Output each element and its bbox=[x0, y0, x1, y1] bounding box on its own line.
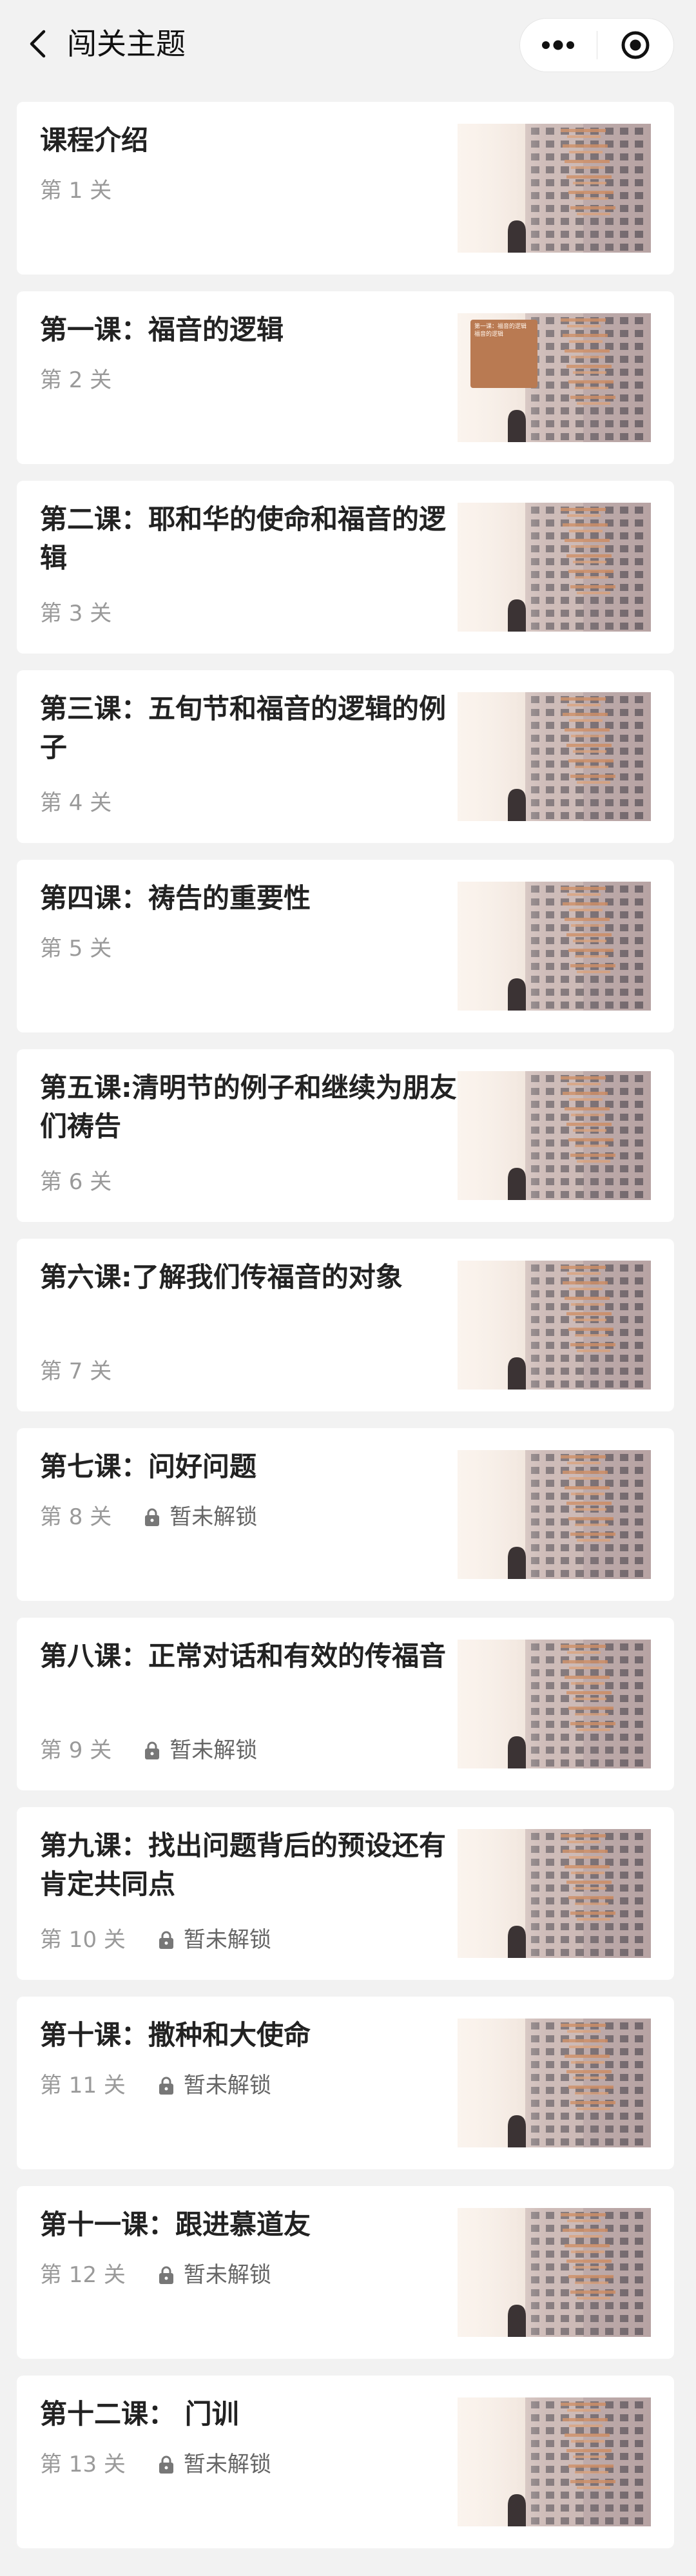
close-mini-program-button[interactable] bbox=[597, 18, 673, 72]
thumbnail-sign-heading: 第一课：福音的逻辑 bbox=[474, 324, 527, 330]
lesson-meta: 第 6 关 bbox=[40, 1168, 111, 1196]
lesson-card[interactable]: 第七课：问好问题第 8 关 暂未解锁 bbox=[17, 1428, 674, 1601]
lesson-title: 第二课：耶和华的使命和福音的逻辑 bbox=[40, 503, 447, 574]
lock-icon bbox=[159, 2455, 173, 2474]
lock-icon bbox=[159, 1931, 173, 1949]
back-button[interactable] bbox=[22, 28, 53, 59]
lesson-meta: 第 11 关 暂未解锁 bbox=[40, 2071, 271, 2100]
lesson-title: 第三课：五旬节和福音的逻辑的例子 bbox=[40, 693, 447, 763]
lesson-thumbnail bbox=[458, 1640, 651, 1768]
lesson-card[interactable]: 第十二课： 门训第 13 关 暂未解锁 bbox=[17, 2376, 674, 2548]
lesson-title: 第十一课：跟进慕道友 bbox=[40, 2209, 311, 2240]
lesson-meta: 第 4 关 bbox=[40, 789, 111, 817]
level-label: 第 7 关 bbox=[40, 1359, 112, 1384]
lesson-card[interactable]: 第九课：找出问题背后的预设还有肯定共同点第 10 关 暂未解锁 bbox=[17, 1807, 674, 1980]
locked-status: 暂未解锁 bbox=[144, 1736, 257, 1765]
lock-icon bbox=[159, 2077, 173, 2095]
level-label: 第 9 关 bbox=[40, 1738, 112, 1763]
level-label: 第 1 关 bbox=[40, 178, 112, 204]
lesson-title: 第十课：撒种和大使命 bbox=[40, 2019, 311, 2051]
lesson-meta: 第 1 关 bbox=[40, 177, 111, 205]
level-label: 第 4 关 bbox=[40, 790, 112, 816]
lesson-thumbnail bbox=[458, 503, 651, 632]
locked-status: 暂未解锁 bbox=[144, 1503, 257, 1531]
lesson-thumbnail bbox=[458, 2019, 651, 2147]
lesson-title: 第七课：问好问题 bbox=[40, 1451, 257, 1482]
lesson-meta: 第 13 关 暂未解锁 bbox=[40, 2450, 271, 2479]
lesson-meta: 第 8 关 暂未解锁 bbox=[40, 1503, 257, 1531]
level-label: 第 2 关 bbox=[40, 367, 112, 393]
lesson-title: 第五课:清明节的例子和继续为朋友们祷告 bbox=[40, 1072, 457, 1142]
more-dots-icon bbox=[542, 40, 575, 50]
lesson-card[interactable]: 第二课：耶和华的使命和福音的逻辑第 3 关 bbox=[17, 481, 674, 654]
lesson-thumbnail bbox=[458, 2208, 651, 2337]
locked-status-text: 暂未解锁 bbox=[183, 1927, 271, 1953]
lesson-thumbnail bbox=[458, 1829, 651, 1958]
locked-status: 暂未解锁 bbox=[158, 2450, 271, 2479]
lesson-card[interactable]: 第一课：福音的逻辑第 2 关第一课：福音的逻辑 福音的逻辑 bbox=[17, 291, 674, 464]
level-label: 第 13 关 bbox=[40, 2452, 126, 2477]
lock-icon bbox=[145, 1508, 160, 1526]
locked-status-text: 暂未解锁 bbox=[183, 2262, 271, 2288]
lesson-meta: 第 7 关 bbox=[40, 1357, 111, 1386]
locked-status-text: 暂未解锁 bbox=[169, 1504, 258, 1530]
target-close-icon bbox=[621, 31, 650, 59]
lesson-thumbnail bbox=[458, 1450, 651, 1579]
lesson-title: 第四课：祷告的重要性 bbox=[40, 882, 311, 914]
lesson-thumbnail bbox=[458, 124, 651, 253]
level-label: 第 3 关 bbox=[40, 601, 112, 626]
lesson-thumbnail bbox=[458, 1261, 651, 1390]
lesson-thumbnail bbox=[458, 1071, 651, 1200]
level-label: 第 8 关 bbox=[40, 1504, 112, 1530]
level-label: 第 11 关 bbox=[40, 2073, 126, 2098]
level-label: 第 5 关 bbox=[40, 936, 112, 962]
lesson-card[interactable]: 第四课：祷告的重要性第 5 关 bbox=[17, 860, 674, 1032]
lesson-card[interactable]: 课程介绍第 1 关 bbox=[17, 102, 674, 275]
lock-icon bbox=[145, 1741, 160, 1759]
lesson-title: 课程介绍 bbox=[40, 124, 149, 156]
lesson-title: 第六课:了解我们传福音的对象 bbox=[40, 1261, 403, 1293]
mini-program-capsule bbox=[519, 18, 674, 72]
thumbnail-sign-body: 福音的逻辑 bbox=[474, 331, 504, 338]
lock-icon bbox=[159, 2266, 173, 2284]
lesson-card[interactable]: 第八课：正常对话和有效的传福音第 9 关 暂未解锁 bbox=[17, 1618, 674, 1790]
level-label: 第 12 关 bbox=[40, 2262, 126, 2288]
lesson-card[interactable]: 第三课：五旬节和福音的逻辑的例子第 4 关 bbox=[17, 670, 674, 843]
page-title: 闯关主题 bbox=[67, 26, 186, 61]
locked-status-text: 暂未解锁 bbox=[169, 1738, 258, 1763]
lesson-meta: 第 12 关 暂未解锁 bbox=[40, 2261, 271, 2289]
lesson-thumbnail bbox=[458, 882, 651, 1011]
lesson-card[interactable]: 第十一课：跟进慕道友第 12 关 暂未解锁 bbox=[17, 2186, 674, 2359]
lesson-card[interactable]: 第六课:了解我们传福音的对象第 7 关 bbox=[17, 1239, 674, 1411]
lesson-thumbnail bbox=[458, 692, 651, 821]
locked-status-text: 暂未解锁 bbox=[183, 2452, 271, 2477]
lesson-card[interactable]: 第十课：撒种和大使命第 11 关 暂未解锁 bbox=[17, 1997, 674, 2169]
lesson-thumbnail: 第一课：福音的逻辑 福音的逻辑 bbox=[458, 313, 651, 442]
level-label: 第 6 关 bbox=[40, 1169, 112, 1195]
lesson-title: 第九课：找出问题背后的预设还有肯定共同点 bbox=[40, 1830, 447, 1900]
lesson-thumbnail bbox=[458, 2397, 651, 2526]
lesson-card[interactable]: 第五课:清明节的例子和继续为朋友们祷告第 6 关 bbox=[17, 1049, 674, 1222]
locked-status-text: 暂未解锁 bbox=[183, 2073, 271, 2098]
lesson-list: 课程介绍第 1 关第一课：福音的逻辑第 2 关第一课：福音的逻辑 福音的逻辑 第二课… bbox=[17, 102, 674, 2565]
lesson-meta: 第 3 关 bbox=[40, 599, 111, 628]
lesson-meta: 第 2 关 bbox=[40, 366, 111, 394]
level-label: 第 10 关 bbox=[40, 1927, 126, 1953]
chevron-left-icon bbox=[30, 30, 46, 58]
thumbnail-sign: 第一课：福音的逻辑 福音的逻辑 bbox=[470, 320, 537, 388]
locked-status: 暂未解锁 bbox=[158, 2261, 271, 2289]
lesson-title: 第十二课： 门训 bbox=[40, 2398, 239, 2430]
lesson-title: 第一课：福音的逻辑 bbox=[40, 314, 284, 345]
lesson-meta: 第 10 关 暂未解锁 bbox=[40, 1926, 271, 1954]
lesson-meta: 第 9 关 暂未解锁 bbox=[40, 1736, 257, 1765]
more-options-button[interactable] bbox=[520, 18, 597, 72]
locked-status: 暂未解锁 bbox=[158, 1926, 271, 1954]
top-navigation-bar: 闯关主题 bbox=[0, 0, 696, 88]
locked-status: 暂未解锁 bbox=[158, 2071, 271, 2100]
lesson-title: 第八课：正常对话和有效的传福音 bbox=[40, 1640, 447, 1672]
lesson-meta: 第 5 关 bbox=[40, 935, 111, 963]
